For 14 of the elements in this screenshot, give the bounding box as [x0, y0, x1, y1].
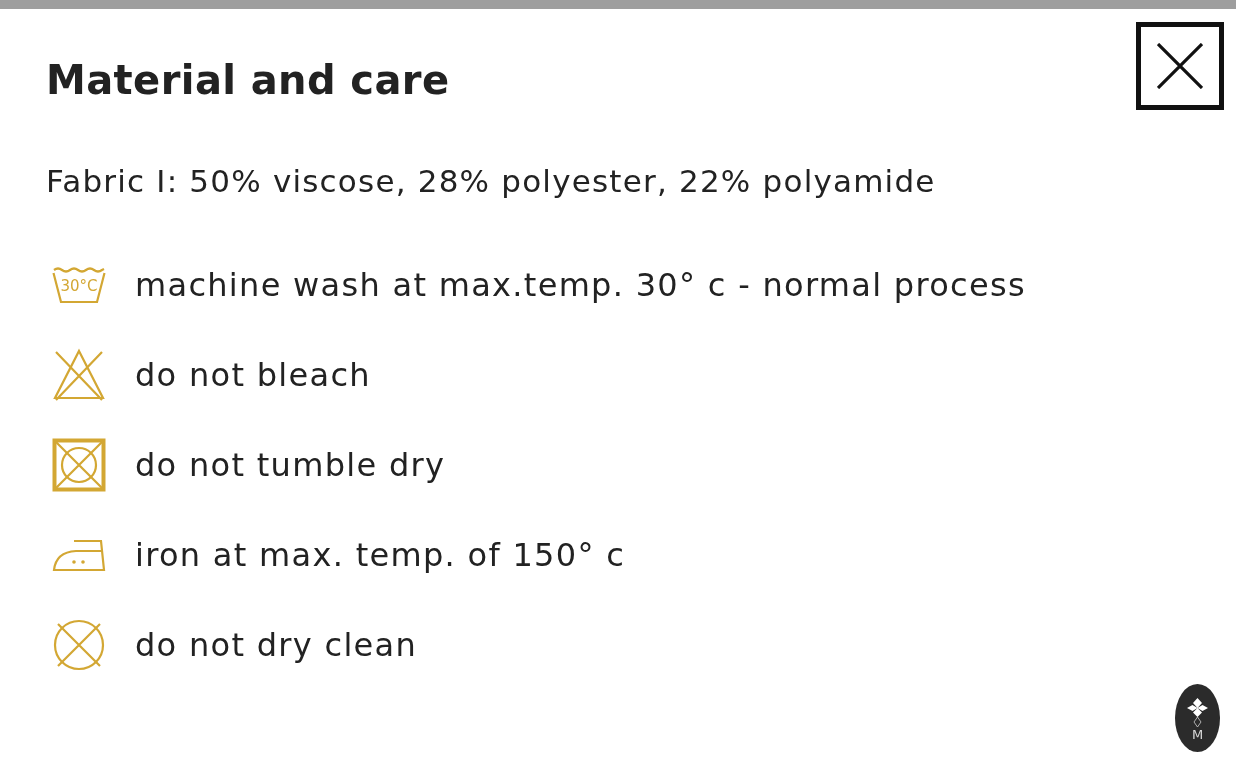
close-icon: [1157, 43, 1203, 89]
logo-badge[interactable]: M: [1175, 684, 1220, 752]
care-instruction-text: do not tumble dry: [135, 445, 447, 485]
fabric-composition: Fabric I: 50% viscose, 28% polyester, 22% polyamide: [46, 162, 937, 201]
crossed-circle-icon: [52, 618, 106, 672]
care-instruction-text: do not bleach: [135, 355, 372, 395]
care-instruction-text: machine wash at max.temp. 30° c - normal process: [135, 265, 1027, 305]
modal-title: Material and care: [46, 56, 450, 104]
care-instruction-text: do not dry clean: [135, 625, 419, 665]
crossed-square-circle-icon: [52, 438, 106, 492]
care-instruction-text: iron at max. temp. of 150° c: [135, 535, 627, 575]
iron-icon: [52, 538, 106, 572]
close-button[interactable]: [1136, 22, 1224, 110]
crossed-triangle-icon: [52, 348, 106, 402]
